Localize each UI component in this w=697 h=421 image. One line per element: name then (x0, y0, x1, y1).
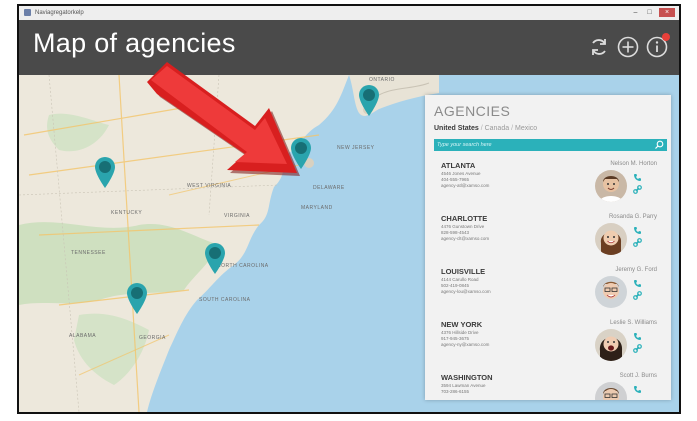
contact-name: Nelson M. Horton (610, 161, 657, 167)
agency-phone: 404-555-7965 (441, 177, 470, 182)
window-title: Naviagregatorkelp (35, 10, 84, 16)
phone-icon[interactable] (633, 173, 642, 182)
tab-separator: / (480, 125, 483, 132)
agency-item-new-york[interactable]: NEW YORK 4376 Hillside Drive 917-945-367… (425, 320, 671, 373)
search-icon[interactable] (654, 140, 664, 150)
agency-address: 4376 Hillside Drive (441, 330, 479, 335)
search-bar (434, 139, 667, 151)
map-label: ALABAMA (69, 333, 97, 339)
search-input[interactable] (437, 139, 647, 151)
refresh-button[interactable] (588, 36, 610, 58)
info-button[interactable] (646, 33, 670, 58)
map-pin-charlotte[interactable] (203, 241, 227, 275)
tab-canada[interactable]: Canada (485, 125, 510, 132)
map-pin-icon (95, 157, 115, 188)
map-label: GEORGIA (139, 335, 166, 341)
tab-mexico[interactable]: Mexico (515, 125, 537, 132)
map-label: MARYLAND (301, 205, 333, 211)
window-title-bar: Naviagregatorkelp – □ × (19, 6, 679, 21)
contact-avatar (595, 170, 627, 202)
link-icon[interactable] (633, 344, 642, 353)
agency-city: CHARLOTTE (441, 214, 488, 223)
contact-name: Leslie S. Williams (609, 320, 657, 326)
map-pin-new-york[interactable] (357, 83, 381, 117)
map-pin-icon (359, 85, 379, 116)
link-icon[interactable] (633, 185, 642, 194)
map-label: NEW JERSEY (337, 145, 375, 151)
agency-address: 4476 Gunstown Drive (441, 224, 485, 229)
agency-item-atlanta[interactable]: ATLANTA 4546 Jones Avenue 404-555-7965 a… (425, 161, 671, 214)
map-label: VIRGINIA (224, 213, 250, 219)
map-label: DELAWARE (313, 185, 345, 191)
panel-title: AGENCIES (434, 103, 511, 119)
map-label: KENTUCKY (111, 210, 143, 216)
map-pin-icon (205, 243, 225, 274)
minimize-button[interactable]: – (630, 8, 641, 17)
agency-phone: 502-419-0845 (441, 283, 470, 288)
country-tabs: United States / Canada / Mexico (434, 125, 537, 132)
contact-name: Scott J. Burns (619, 373, 657, 379)
agency-address: 4546 Jones Avenue (441, 171, 481, 176)
tab-united-states[interactable]: United States (434, 125, 479, 132)
agency-city: NEW YORK (441, 320, 483, 329)
contact-avatar (595, 276, 627, 308)
agency-email: agency-clt@xamso.com (441, 236, 490, 241)
map-pin-louisville[interactable] (93, 155, 117, 189)
link-icon[interactable] (633, 291, 642, 300)
page-title: Map of agencies (33, 28, 236, 58)
phone-icon[interactable] (633, 332, 642, 341)
app-icon (24, 9, 31, 16)
phone-icon[interactable] (633, 226, 642, 235)
agency-email: agency-atl@xamso.com (441, 183, 490, 188)
map-pin-icon (127, 283, 147, 314)
agency-city: ATLANTA (441, 161, 476, 170)
map-label: TENNESSEE (71, 250, 106, 256)
plus-circle-icon (617, 36, 639, 58)
contact-avatar (595, 223, 627, 255)
agency-phone: 703-286-6155 (441, 389, 470, 394)
agency-item-louisville[interactable]: LOUISVILLE 4144 Carullo Road 502-419-084… (425, 267, 671, 320)
agency-email: agency-ny@xamso.com (441, 342, 490, 347)
map-pin-atlanta[interactable] (125, 281, 149, 315)
map-label: SOUTH CAROLINA (199, 297, 251, 303)
agency-item-washington[interactable]: WASHINGTON 3594 Lawman Avenue 703-286-61… (425, 373, 671, 400)
agency-city: LOUISVILLE (441, 267, 486, 276)
agency-email: agency-lou@xamso.com (441, 289, 491, 294)
contact-avatar (595, 329, 627, 361)
map-label: WEST VIRGINIA (187, 183, 232, 189)
phone-icon[interactable] (633, 279, 642, 288)
notification-badge (662, 33, 670, 41)
agency-phone: 917-945-3675 (441, 336, 470, 341)
add-agency-button[interactable] (617, 36, 639, 58)
agencies-panel: AGENCIES United States / Canada / Mexico… (425, 95, 671, 400)
link-icon[interactable] (633, 238, 642, 247)
contact-name: Rosanda G. Parry (608, 214, 657, 220)
red-arrow-graphic (147, 62, 300, 176)
agency-city: WASHINGTON (441, 373, 493, 382)
contact-name: Jeremy G. Ford (615, 267, 657, 273)
phone-icon[interactable] (633, 385, 642, 394)
agency-item-charlotte[interactable]: CHARLOTTE 4476 Gunstown Drive 828-598-45… (425, 214, 671, 267)
tab-separator: / (511, 125, 514, 132)
refresh-icon (592, 39, 606, 55)
contact-avatar (595, 382, 627, 400)
close-button[interactable]: × (659, 8, 675, 17)
agency-address: 3594 Lawman Avenue (441, 383, 486, 388)
app-header: Map of agencies (19, 20, 679, 75)
app-window: Naviagregatorkelp – □ × Map of agencies (17, 4, 681, 414)
maximize-button[interactable]: □ (644, 8, 655, 17)
agency-phone: 828-598-4543 (441, 230, 470, 235)
agency-address: 4144 Carullo Road (441, 277, 479, 282)
